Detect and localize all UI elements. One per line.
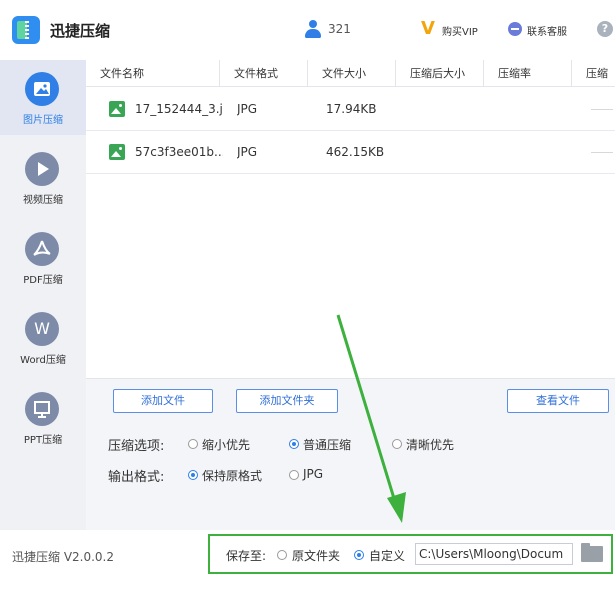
- radio-label: 自定义: [369, 549, 406, 563]
- file-size: 462.15KB: [326, 145, 385, 159]
- sidebar-item-label: PPT压缩: [23, 435, 63, 446]
- app-title: 迅捷压缩: [50, 22, 111, 40]
- file-format: JPG: [237, 102, 258, 116]
- radio-clarity-first[interactable]: [392, 439, 402, 449]
- file-size: 17.94KB: [326, 102, 377, 116]
- column-header-format[interactable]: 文件格式: [220, 60, 308, 87]
- user-icon[interactable]: [305, 20, 321, 38]
- add-folder-button[interactable]: 添加文件夹: [236, 389, 338, 413]
- help-icon[interactable]: ?: [597, 21, 613, 37]
- radio-label: 原文件夹: [292, 549, 341, 563]
- save-location-box: 保存至: 原文件夹 自定义: [208, 534, 613, 574]
- sidebar: 图片压缩 视频压缩 PDF压缩 W Word压缩 PPT压缩: [0, 60, 86, 530]
- sidebar-item-label: 视频压缩: [23, 195, 63, 206]
- folder-icon[interactable]: [581, 543, 603, 562]
- column-header-name[interactable]: 文件名称: [86, 60, 220, 87]
- radio-custom-folder[interactable]: [354, 550, 364, 560]
- column-header-compressed-size[interactable]: 压缩后大小: [396, 60, 484, 87]
- title-bar: 迅捷压缩 321 V 购买VIP 联系客服 ?: [0, 0, 615, 60]
- table-row[interactable]: 17_152444_3.j... JPG 17.94KB: [86, 88, 615, 131]
- buy-vip-button[interactable]: 购买VIP: [442, 23, 478, 38]
- chat-icon[interactable]: [508, 22, 522, 36]
- image-file-icon: [109, 144, 125, 160]
- app-logo: [12, 16, 40, 44]
- column-header-status[interactable]: 压缩: [572, 60, 615, 87]
- image-icon: [25, 72, 59, 106]
- radio-normal-compress[interactable]: [289, 439, 299, 449]
- file-name: 17_152444_3.j...: [135, 102, 223, 116]
- vip-icon[interactable]: V: [421, 20, 435, 38]
- status-placeholder: [591, 109, 613, 110]
- radio-keep-format[interactable]: [188, 470, 198, 480]
- options-panel: 添加文件 添加文件夹 查看文件 压缩选项: 缩小优先 普通压缩 清晰优先 输出格…: [86, 378, 615, 530]
- file-table: 文件名称 文件格式 文件大小 压缩后大小 压缩率 压缩 17_152444_3.…: [86, 60, 615, 378]
- user-count[interactable]: 321: [328, 22, 351, 36]
- sidebar-item-word[interactable]: W Word压缩: [0, 300, 86, 375]
- radio-label: 清晰优先: [406, 438, 455, 452]
- file-name: 57c3f3ee01b...: [135, 145, 223, 159]
- save-path-input[interactable]: [415, 543, 573, 565]
- radio-label: 缩小优先: [202, 438, 251, 452]
- radio-label: JPG: [303, 467, 324, 481]
- sidebar-item-label: PDF压缩: [23, 275, 63, 286]
- sidebar-item-pdf[interactable]: PDF压缩: [0, 220, 86, 295]
- play-icon: [25, 152, 59, 186]
- sidebar-item-label: 图片压缩: [23, 115, 63, 126]
- file-format: JPG: [237, 145, 258, 159]
- radio-original-folder[interactable]: [277, 550, 287, 560]
- table-header: 文件名称 文件格式 文件大小 压缩后大小 压缩率 压缩: [86, 60, 615, 87]
- version-label: 迅捷压缩 V2.0.0.2: [12, 550, 115, 564]
- ppt-icon: [25, 392, 59, 426]
- radio-label: 普通压缩: [303, 438, 352, 452]
- column-header-ratio[interactable]: 压缩率: [484, 60, 572, 87]
- pdf-icon: [25, 232, 59, 266]
- image-file-icon: [109, 101, 125, 117]
- radio-jpg[interactable]: [289, 470, 299, 480]
- sidebar-item-label: Word压缩: [20, 355, 66, 366]
- sidebar-item-image[interactable]: 图片压缩: [0, 60, 86, 135]
- save-to-label: 保存至:: [226, 549, 267, 563]
- compress-option-label: 压缩选项:: [108, 439, 165, 454]
- view-file-button[interactable]: 查看文件: [507, 389, 609, 413]
- sidebar-item-ppt[interactable]: PPT压缩: [0, 380, 86, 455]
- table-row[interactable]: 57c3f3ee01b... JPG 462.15KB: [86, 131, 615, 174]
- status-bar: 迅捷压缩 V2.0.0.2 保存至: 原文件夹 自定义: [0, 530, 615, 589]
- status-placeholder: [591, 152, 613, 153]
- output-format-label: 输出格式:: [108, 470, 165, 485]
- sidebar-item-video[interactable]: 视频压缩: [0, 140, 86, 215]
- column-header-size[interactable]: 文件大小: [308, 60, 396, 87]
- radio-label: 保持原格式: [202, 469, 263, 483]
- radio-shrink-first[interactable]: [188, 439, 198, 449]
- contact-service-button[interactable]: 联系客服: [527, 23, 567, 38]
- word-icon: W: [25, 312, 59, 346]
- add-file-button[interactable]: 添加文件: [113, 389, 213, 413]
